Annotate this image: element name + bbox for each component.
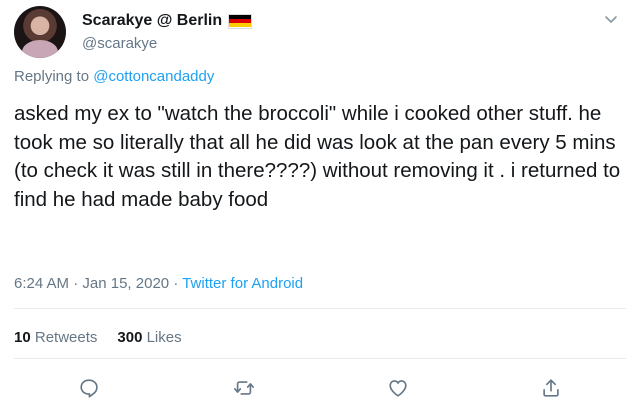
engagement-stats: 10 Retweets 300 Likes <box>14 329 182 346</box>
like-button[interactable] <box>385 375 411 401</box>
display-name[interactable]: Scarakye @ Berlin <box>82 12 222 30</box>
replying-to-line: Replying to @cottoncandaddy <box>14 68 214 85</box>
user-handle[interactable]: @scarakye <box>82 35 157 52</box>
retweets-count: 10 <box>14 329 31 346</box>
tweet-date[interactable]: Jan 15, 2020 <box>82 275 169 292</box>
share-icon <box>543 379 559 397</box>
retweet-icon <box>234 381 254 395</box>
germany-flag-icon <box>228 13 253 29</box>
divider <box>14 358 626 359</box>
reply-icon <box>80 379 98 398</box>
replying-to-label: Replying to <box>14 68 90 85</box>
likes-label: Likes <box>146 329 182 346</box>
tweet-card: Scarakye @ Berlin @scarakye Replying to … <box>0 0 640 416</box>
retweets-label: Retweets <box>34 329 98 346</box>
tweet-text: asked my ex to "watch the broccoli" whil… <box>14 102 621 211</box>
tweet-actions <box>0 375 640 405</box>
retweets-stat[interactable]: 10 Retweets <box>14 329 97 346</box>
author-name-row: Scarakye @ Berlin <box>82 12 253 30</box>
share-button[interactable] <box>538 375 564 401</box>
divider <box>14 308 626 309</box>
chevron-down-icon[interactable] <box>604 12 618 26</box>
retweet-button[interactable] <box>231 375 257 401</box>
reply-mention-link[interactable]: @cottoncandaddy <box>93 68 214 85</box>
meta-separator: · <box>173 275 179 292</box>
tweet-time[interactable]: 6:24 AM <box>14 275 69 292</box>
likes-stat[interactable]: 300 Likes <box>117 329 181 346</box>
tweet-source-link[interactable]: Twitter for Android <box>182 275 303 292</box>
likes-count: 300 <box>117 329 143 346</box>
heart-icon <box>389 380 407 397</box>
tweet-meta: 6:24 AM · Jan 15, 2020 · Twitter for And… <box>14 275 303 292</box>
avatar[interactable] <box>14 6 66 58</box>
meta-separator: · <box>73 275 79 292</box>
reply-button[interactable] <box>76 375 102 401</box>
